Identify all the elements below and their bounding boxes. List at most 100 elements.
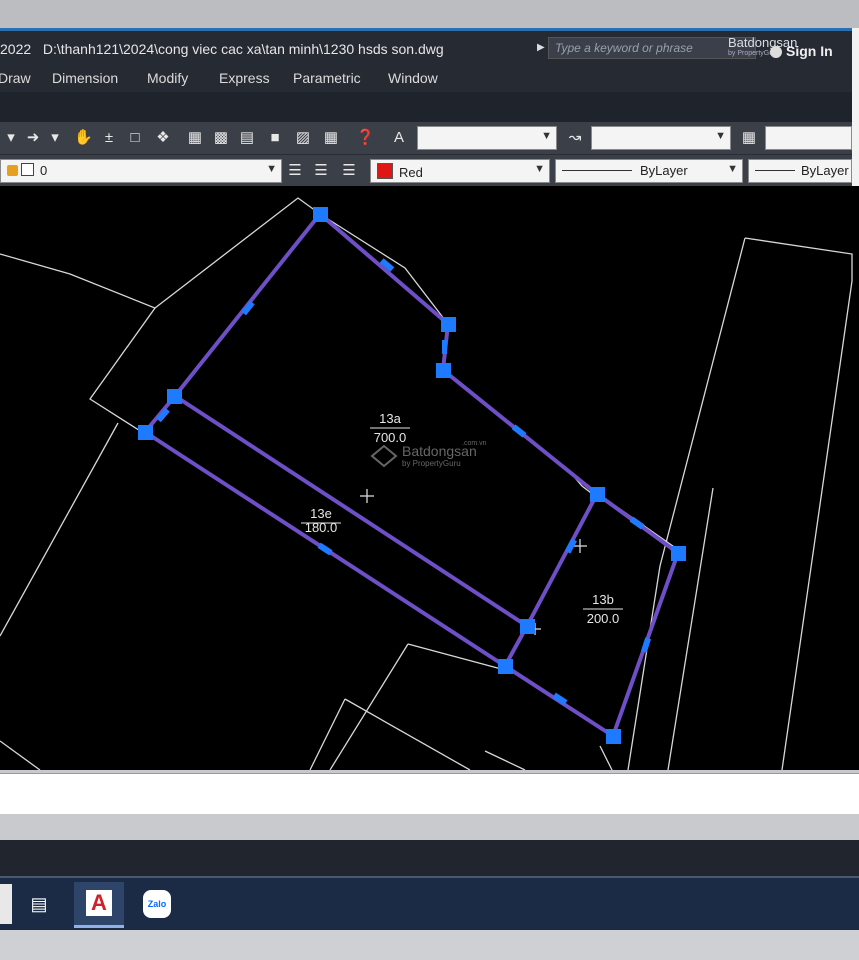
zalo-taskbar-button[interactable]: Zalo: [132, 882, 182, 928]
pan-icon[interactable]: ✋: [74, 129, 93, 147]
grip-icon[interactable]: [313, 207, 328, 222]
menu-modify[interactable]: Modify: [147, 70, 188, 86]
grip-icon[interactable]: [441, 317, 456, 332]
zoom-window-icon[interactable]: □: [126, 129, 144, 147]
redo-icon[interactable]: ➜: [24, 129, 42, 147]
table-style-select[interactable]: [765, 126, 852, 150]
parcel-13b-area: 200.0: [587, 611, 620, 626]
neighbor-parcel-line: [154, 197, 449, 325]
linetype-value: ByLayer: [640, 163, 688, 178]
taskbar: ▤ A Zalo: [0, 876, 859, 932]
layer-name: 0: [40, 163, 48, 178]
midpoint-grip-icon[interactable]: [640, 637, 652, 653]
grip-icon[interactable]: [606, 729, 621, 744]
lineweight-select[interactable]: ByLayer: [748, 159, 852, 183]
design-center-icon[interactable]: ▩: [212, 129, 230, 147]
properties-icon[interactable]: ▦: [186, 129, 204, 147]
menu-bar: Draw Dimension Modify Express Parametric…: [0, 64, 852, 92]
layer-select[interactable]: 0 ▼: [0, 159, 282, 183]
calculator-icon[interactable]: ▦: [322, 129, 340, 147]
task-view-icon: ▤: [30, 894, 48, 914]
watermark-domain: .com.vn: [462, 440, 487, 447]
neighbor-parcel-line: [599, 745, 613, 770]
neighbor-parcel-line: [0, 740, 41, 770]
zalo-icon: Zalo: [143, 890, 171, 918]
help-icon[interactable]: ❓: [356, 129, 375, 147]
grip-icon[interactable]: [498, 659, 513, 674]
drawing-svg[interactable]: 13a 700.0 13e 180.0 13b 200.0 Batdongsan…: [0, 186, 859, 770]
midpoint-grip-icon[interactable]: [317, 542, 333, 556]
menu-dimension[interactable]: Dimension: [52, 70, 118, 86]
color-select[interactable]: Red ▼: [370, 159, 550, 183]
app-version: 2022: [0, 41, 32, 57]
menu-parametric[interactable]: Parametric: [293, 70, 361, 86]
text-style-icon[interactable]: A: [390, 129, 408, 147]
menu-express[interactable]: Express: [219, 70, 270, 86]
grip-icon[interactable]: [167, 389, 182, 404]
parcel-13a-id: 13a: [379, 411, 401, 426]
parcel-13a-boundary[interactable]: [173, 212, 680, 738]
taskbar-top-band: [0, 840, 859, 876]
command-line[interactable]: [0, 773, 859, 815]
status-area: [0, 814, 859, 840]
road-boundary-line: [744, 237, 853, 770]
tool-palettes-icon[interactable]: ▤: [238, 129, 256, 147]
layers-toolbar: 0 ▼ ☰ ☰ ☰ Red ▼ ByLayer ▼ ByLayer: [0, 154, 852, 187]
grip-icon[interactable]: [138, 425, 153, 440]
title-bar: 2022 D:\thanh121\2024\cong viec cac xa\t…: [0, 28, 852, 64]
red-swatch-icon: [377, 163, 393, 179]
chevron-down-icon: ▼: [727, 163, 738, 175]
make-current-icon[interactable]: ☰: [286, 162, 304, 180]
dim-style-select[interactable]: ▼: [591, 126, 731, 150]
midpoint-grip-icon[interactable]: [511, 424, 527, 438]
dropdown-arrow-icon[interactable]: ▾: [46, 129, 64, 147]
dropdown-arrow-icon[interactable]: ▾: [2, 129, 20, 147]
menu-window[interactable]: Window: [388, 70, 438, 86]
chevron-down-icon: ▼: [715, 130, 726, 142]
grip-icon[interactable]: [671, 546, 686, 561]
neighbor-parcel-line: [309, 698, 346, 770]
start-area[interactable]: [0, 884, 12, 924]
color-value: Red: [399, 165, 423, 180]
user-icon: [770, 46, 782, 59]
zoom-previous-icon[interactable]: ❖: [154, 129, 172, 147]
midpoint-grip-icon[interactable]: [629, 516, 645, 530]
standard-toolbar: ▾ ➜ ▾ ✋ ± □ ❖ ▦ ▩ ▤ ■ ▨ ▦ ❓ A ▼ ↝ ▼ ▦: [0, 122, 852, 154]
sign-in-label: Sign In: [786, 43, 833, 59]
search-input[interactable]: Type a keyword or phrase: [548, 37, 756, 59]
midpoint-grip-icon[interactable]: [442, 340, 447, 354]
linetype-select[interactable]: ByLayer ▼: [555, 159, 743, 183]
zoom-realtime-icon[interactable]: ±: [100, 129, 118, 147]
text-style-select[interactable]: ▼: [417, 126, 557, 150]
bottom-bezel: [0, 930, 859, 960]
autocad-taskbar-button[interactable]: A: [74, 882, 124, 928]
dim-style-icon[interactable]: ↝: [566, 129, 584, 147]
table-style-icon[interactable]: ▦: [740, 129, 758, 147]
watermark-subtext: by PropertyGuru: [402, 459, 461, 468]
drawing-canvas[interactable]: 13a 700.0 13e 180.0 13b 200.0 Batdongsan…: [0, 186, 859, 770]
neighbor-parcel-line: [484, 750, 526, 770]
chevron-down-icon: ▼: [266, 163, 277, 175]
grip-icon[interactable]: [520, 619, 535, 634]
parcel-13e-id: 13e: [310, 506, 332, 521]
parcel-13b-boundary[interactable]: [525, 493, 599, 627]
task-view-button[interactable]: ▤: [14, 882, 64, 928]
sign-in-button[interactable]: Sign In: [770, 43, 833, 59]
window-title: 2022 D:\thanh121\2024\cong viec cac xa\t…: [0, 41, 444, 57]
lineweight-preview: [755, 170, 795, 171]
layer-previous-icon[interactable]: ☰: [312, 162, 330, 180]
search-expand-icon[interactable]: ▶: [537, 42, 545, 53]
grip-icon[interactable]: [436, 363, 451, 378]
sheet-set-icon[interactable]: ■: [266, 129, 284, 147]
selected-parcel-boundaries[interactable]: [143, 212, 680, 738]
neighbor-parcel-line: [0, 422, 119, 637]
layer-states-icon[interactable]: ☰: [340, 162, 358, 180]
grip-points[interactable]: [138, 207, 686, 744]
watermark-logo-icon: [370, 444, 398, 468]
grip-icon[interactable]: [590, 487, 605, 502]
menu-draw[interactable]: Draw: [0, 70, 31, 86]
lock-icon: [7, 165, 18, 176]
markup-icon[interactable]: ▨: [294, 129, 312, 147]
ribbon-area: [0, 92, 852, 122]
lineweight-value: ByLayer: [801, 163, 849, 178]
